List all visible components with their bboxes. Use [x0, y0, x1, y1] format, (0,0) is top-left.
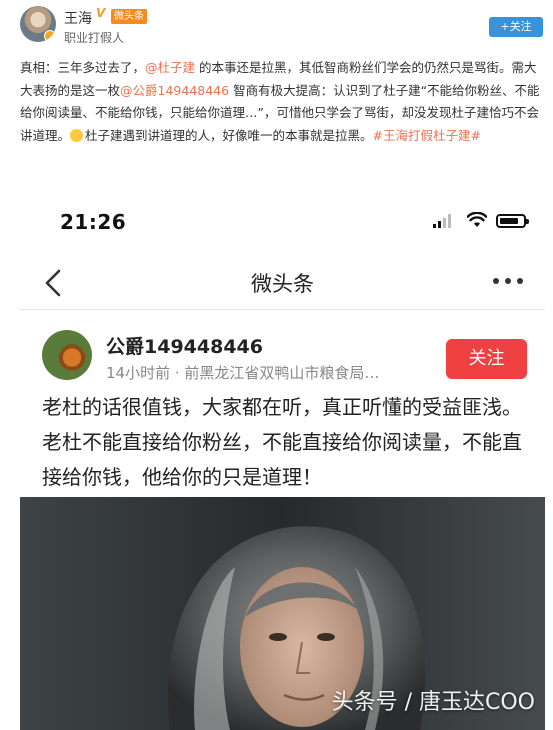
- nav-title: 微头条: [251, 272, 314, 296]
- portrait-photo[interactable]: 头条号 / 唐玉达COO: [20, 497, 545, 730]
- watermark: 头条号 / 唐玉达COO: [331, 690, 535, 715]
- wifi-icon: [467, 212, 487, 227]
- status-time: 21:26: [60, 210, 127, 234]
- card-author: 公爵149448446 14小时前 · 前黑龙江省双鸭山市粮食局… 关注: [20, 322, 545, 382]
- more-dot: [493, 278, 499, 284]
- signal-icon: [433, 214, 451, 228]
- nav-bar: 微头条: [20, 254, 545, 310]
- card-author-avatar[interactable]: [42, 330, 92, 380]
- author-name[interactable]: 王海: [64, 8, 92, 28]
- topic-link[interactable]: #王海打假杜子建#: [373, 128, 481, 143]
- author-avatar[interactable]: [20, 6, 56, 42]
- verified-badge-icon: [44, 30, 56, 42]
- follow-button[interactable]: +关注: [489, 17, 543, 37]
- card-follow-button[interactable]: 关注: [446, 339, 527, 379]
- post-text-segment: 杜子建遇到讲道理的人，好像唯一的本事就是拉黑。: [85, 127, 373, 143]
- more-icon[interactable]: [493, 278, 523, 286]
- more-dot: [505, 278, 511, 284]
- status-bar: 21:26: [20, 192, 545, 250]
- verified-v-icon: V: [96, 6, 106, 20]
- post-body: 真相：三年多过去了，@杜子建 的本事还是拉黑，其低智商粉丝们学会的仍然只是骂街。…: [20, 57, 548, 147]
- mention-link[interactable]: @公爵149448446: [120, 83, 229, 98]
- author-description: 职业打假人: [64, 31, 125, 45]
- more-dot: [517, 278, 523, 284]
- smiley-emoji-icon: [70, 128, 84, 142]
- embedded-screenshot: 21:26 微头条 公爵149448446 14小时前 · 前黑龙江省双鸭山市粮…: [20, 192, 545, 730]
- card-text: 老杜的话很值钱，大家都在听，真正听懂的受益匪浅。老杜不能直接给你粉丝，不能直接给…: [42, 395, 522, 489]
- battery-level: [500, 218, 518, 224]
- mention-link[interactable]: @杜子建: [145, 60, 195, 75]
- post-text-segment: 真相：三年多过去了，: [20, 60, 146, 75]
- weitoutiao-badge: 微头条: [111, 9, 147, 24]
- card-author-meta: 14小时前 · 前黑龙江省双鸭山市粮食局…: [106, 364, 380, 382]
- card-author-name[interactable]: 公爵149448446: [106, 332, 263, 359]
- battery-icon: [496, 214, 529, 228]
- post-header: 王海 V 微头条 职业打假人 +关注: [0, 0, 553, 50]
